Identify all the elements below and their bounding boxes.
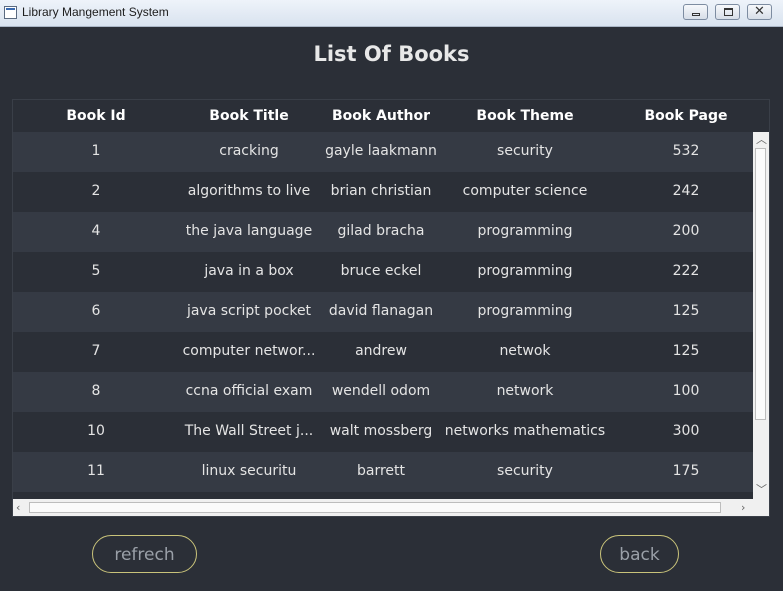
vertical-scrollbar[interactable]: ︿ ﹀ (753, 132, 769, 499)
cell-book-author: barrett (356, 463, 405, 479)
cell-book-page: 200 (672, 223, 700, 239)
cell-book-theme: security (497, 143, 553, 159)
close-icon: ✕ (754, 4, 765, 19)
cell-book-title: cracking (219, 143, 279, 159)
cell-book-id: 11 (87, 463, 105, 479)
cell-book-theme: programming (477, 223, 573, 239)
page-title: List Of Books (313, 42, 470, 66)
cell-book-id: 6 (91, 303, 101, 319)
cell-book-page: 175 (672, 463, 700, 479)
cell-book-author: wendell odom (331, 383, 431, 399)
cell-book-page: 532 (672, 143, 700, 159)
cell-book-title: java in a box (204, 263, 294, 279)
table-body: 1 cracking gayle laakmann security 532 2… (13, 132, 753, 492)
cell-book-id: 2 (91, 183, 101, 199)
cell-book-title: computer networ... (182, 343, 316, 359)
table-row[interactable]: 7 computer networ... andrew netwok 125 (13, 332, 753, 372)
refresh-button[interactable]: refrech (92, 535, 197, 573)
cell-book-title: the java language (185, 223, 313, 239)
cell-book-title: The Wall Street j... (184, 423, 314, 439)
cell-book-author: bruce eckel (340, 263, 422, 279)
table-row[interactable]: 2 algorithms to live brian christian com… (13, 172, 753, 212)
cell-book-id: 5 (91, 263, 101, 279)
cell-book-id: 10 (87, 423, 105, 439)
app-window-icon (4, 6, 17, 19)
cell-book-author: gayle laakmann (325, 143, 437, 159)
close-button[interactable]: ✕ (747, 4, 772, 20)
cell-book-theme: security (497, 463, 553, 479)
cell-book-title: java script pocket (186, 303, 312, 319)
cell-book-id: 4 (91, 223, 101, 239)
vertical-scroll-thumb[interactable] (755, 148, 766, 420)
cell-book-page: 222 (672, 263, 700, 279)
table-row[interactable]: 1 cracking gayle laakmann security 532 (13, 132, 753, 172)
column-header-book-theme[interactable]: Book Theme (443, 108, 607, 124)
minimize-button[interactable] (683, 4, 708, 20)
table-row[interactable]: 8 ccna official exam wendell odom networ… (13, 372, 753, 412)
cell-book-theme: networks mathematics (444, 423, 606, 439)
cell-book-id: 1 (91, 143, 101, 159)
cell-book-title: ccna official exam (185, 383, 313, 399)
cell-book-author: walt mossberg (329, 423, 433, 439)
books-table: Book Id Book Title Book Author Book Them… (12, 99, 770, 517)
column-header-book-author[interactable]: Book Author (319, 108, 443, 124)
window-titlebar: Library Mangement System ✕ (0, 0, 783, 27)
cell-book-author: gilad bracha (337, 223, 425, 239)
cell-book-theme: programming (477, 263, 573, 279)
horizontal-scroll-thumb[interactable] (29, 502, 721, 513)
cell-book-author: brian christian (330, 183, 432, 199)
cell-book-id: 7 (91, 343, 101, 359)
cell-book-page: 242 (672, 183, 700, 199)
scroll-left-icon[interactable]: ‹ (16, 502, 20, 513)
maximize-button[interactable] (715, 4, 740, 20)
cell-book-theme: network (496, 383, 554, 399)
table-row[interactable]: 6 java script pocket david flanagan prog… (13, 292, 753, 332)
column-header-book-id[interactable]: Book Id (13, 108, 179, 124)
cell-book-title: algorithms to live (187, 183, 311, 199)
table-row[interactable]: 10 The Wall Street j... walt mossberg ne… (13, 412, 753, 452)
cell-book-author: andrew (355, 343, 407, 359)
cell-book-theme: programming (477, 303, 573, 319)
table-header: Book Id Book Title Book Author Book Them… (13, 100, 753, 132)
scroll-down-icon[interactable]: ﹀ (756, 484, 767, 495)
cell-book-title: linux securitu (201, 463, 297, 479)
scroll-right-icon[interactable]: › (741, 502, 745, 513)
horizontal-scrollbar[interactable]: ‹ › (13, 499, 769, 516)
cell-book-author: david flanagan (328, 303, 434, 319)
table-row[interactable]: 5 java in a box bruce eckel programming … (13, 252, 753, 292)
back-button[interactable]: back (600, 535, 679, 573)
cell-book-page: 125 (672, 303, 700, 319)
cell-book-page: 125 (672, 343, 700, 359)
cell-book-id: 8 (91, 383, 101, 399)
cell-book-theme: netwok (499, 343, 551, 359)
cell-book-page: 100 (672, 383, 700, 399)
table-row[interactable]: 11 linux securitu barrett security 175 (13, 452, 753, 492)
table-row[interactable]: 4 the java language gilad bracha program… (13, 212, 753, 252)
window-title: Library Mangement System (22, 5, 169, 19)
cell-book-theme: computer science (462, 183, 588, 199)
cell-book-page: 300 (672, 423, 700, 439)
column-header-book-page[interactable]: Book Page (607, 108, 765, 124)
column-header-book-title[interactable]: Book Title (179, 108, 319, 124)
scroll-up-icon[interactable]: ︿ (756, 134, 767, 145)
